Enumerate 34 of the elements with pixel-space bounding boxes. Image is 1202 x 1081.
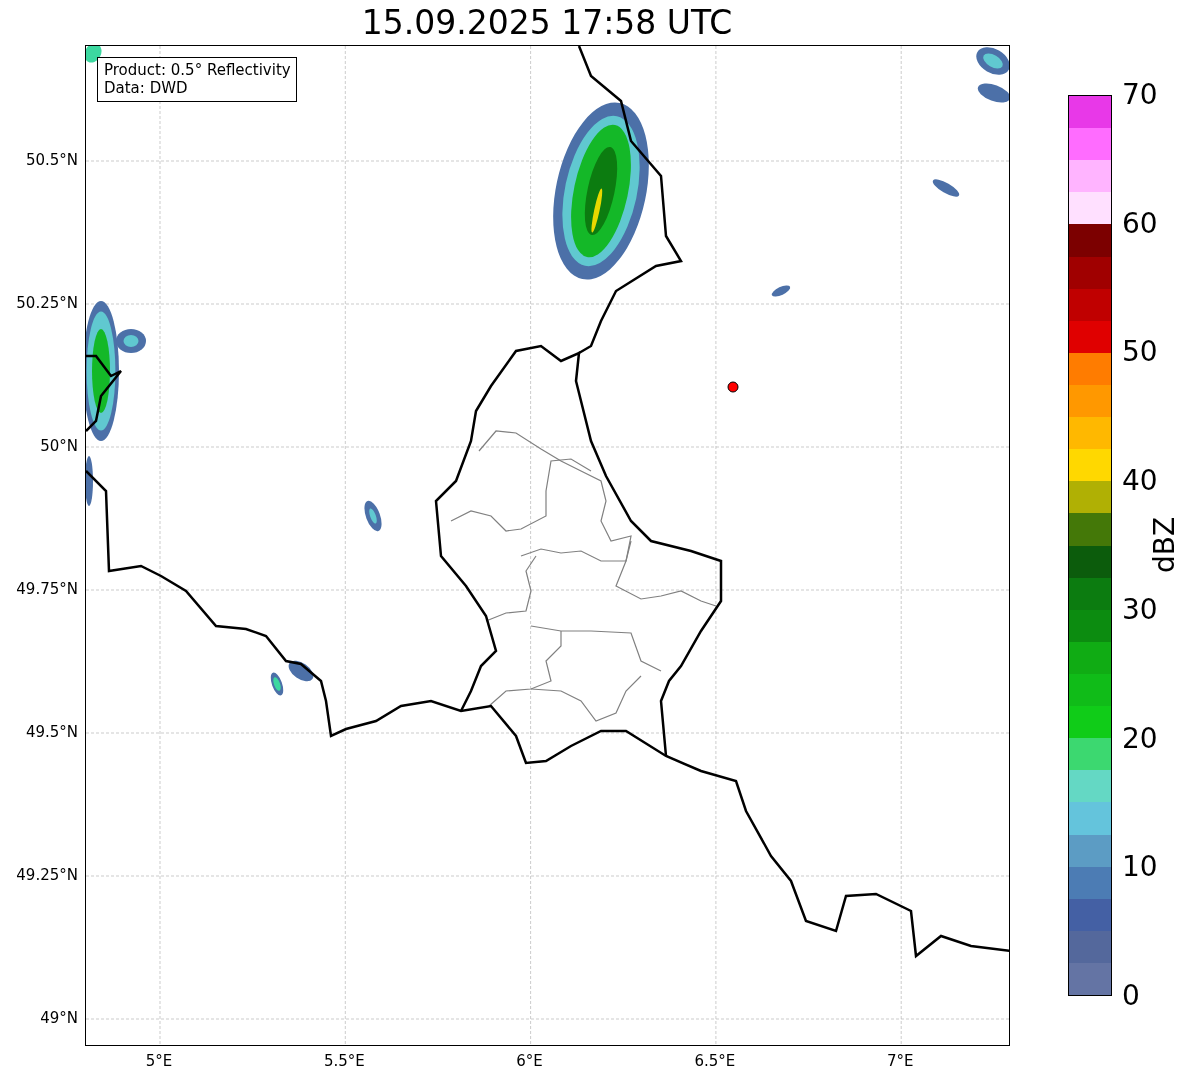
radar-echo — [977, 83, 1009, 103]
colorbar-tick-label: 70 — [1122, 79, 1158, 111]
latitude-label: 49.25°N — [16, 866, 78, 884]
longitude-label: 7°E — [886, 1052, 914, 1070]
latitude-label: 49.75°N — [16, 580, 78, 598]
latitude-label: 50.25°N — [16, 294, 78, 312]
colorbar-label: dBZ — [1147, 516, 1181, 574]
colorbar-tick-label: 20 — [1122, 722, 1158, 755]
radar-echo — [771, 285, 791, 297]
chart-title: 15.09.2025 17:58 UTC — [361, 2, 733, 44]
radar-echo — [270, 672, 284, 696]
colorbar-tick-label: 40 — [1122, 465, 1158, 498]
radar-echo — [364, 500, 382, 532]
info-text: Data: DWD — [104, 79, 189, 97]
info-text: Product: 0.5° Reflectivity — [104, 61, 291, 79]
radar-echo — [86, 456, 93, 506]
latitude-label: 49°N — [40, 1009, 78, 1027]
radar-echo — [932, 179, 960, 197]
colorbar-tick-label: 30 — [1122, 593, 1158, 626]
colorbar-tick-label: 60 — [1122, 207, 1158, 240]
colorbar-tick-label: 0 — [1122, 980, 1140, 1012]
longitude-label: 5.5°E — [323, 1052, 365, 1070]
latitude-label: 50.5°N — [25, 151, 78, 169]
colorbar-tick-label: 50 — [1122, 336, 1158, 369]
radar-site-marker — [727, 381, 739, 393]
longitude-label: 5°E — [145, 1052, 173, 1070]
radar-echo — [86, 46, 102, 63]
radar-echo — [976, 47, 1009, 75]
latitude-label: 50°N — [40, 437, 78, 455]
colorbar-tick-label: 10 — [1122, 851, 1158, 884]
radar-echo — [288, 660, 314, 682]
longitude-label: 6.5°E — [694, 1052, 736, 1070]
longitude-label: 6°E — [516, 1052, 543, 1070]
latitude-label: 49.5°N — [25, 723, 78, 741]
